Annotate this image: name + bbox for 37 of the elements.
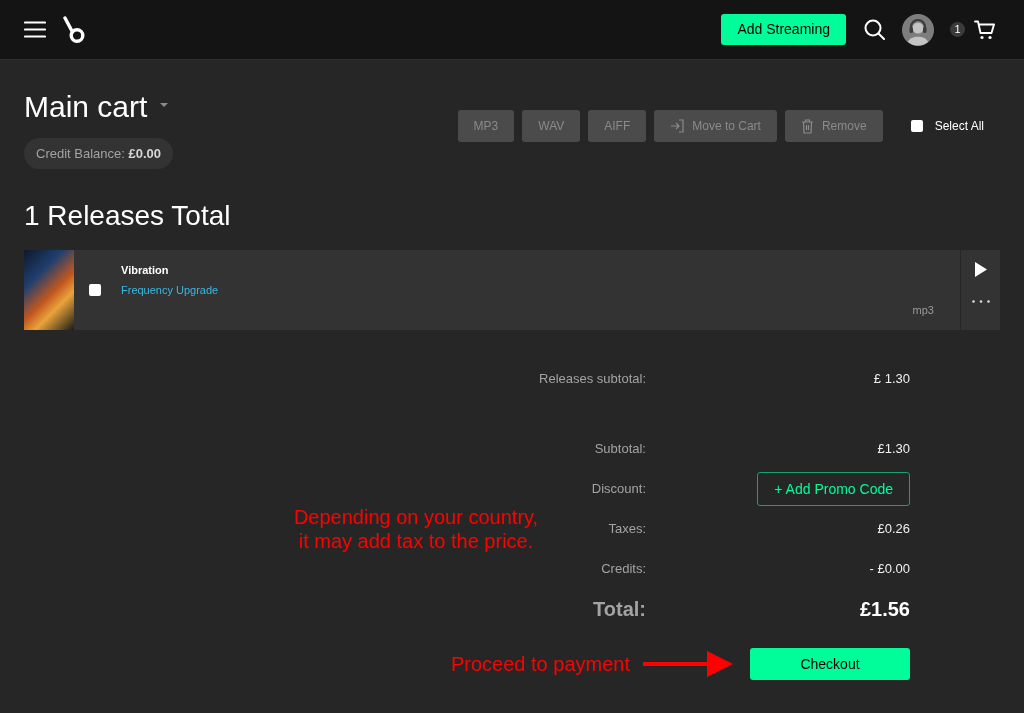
total-value: £1.56 bbox=[859, 597, 910, 622]
arrow-icon bbox=[643, 651, 733, 677]
checkout-button[interactable]: Checkout bbox=[750, 648, 910, 680]
trash-icon bbox=[800, 118, 814, 134]
summary-label: Credits: bbox=[601, 560, 646, 579]
add-streaming-button[interactable]: Add Streaming bbox=[721, 14, 846, 45]
caret-icon[interactable] bbox=[160, 103, 169, 107]
releases-heading: 1 Releases Total bbox=[24, 200, 231, 232]
more-icon[interactable] bbox=[971, 300, 990, 303]
release-title[interactable]: Vibration bbox=[121, 262, 169, 278]
summary-value: - £0.00 bbox=[869, 560, 910, 579]
artist-link[interactable]: Frequency Upgrade bbox=[121, 282, 219, 298]
annotation-note: Proceed to payment bbox=[451, 652, 630, 676]
annotation-note: Depending on your country, it may add tax to the price. bbox=[293, 505, 539, 553]
cart-icon[interactable] bbox=[974, 19, 995, 40]
avatar-icon[interactable] bbox=[902, 13, 934, 46]
summary-label: Taxes: bbox=[608, 520, 646, 539]
cart-count-badge: 1 bbox=[950, 22, 965, 37]
summary-label: Subtotal: bbox=[594, 440, 646, 459]
play-icon[interactable] bbox=[974, 262, 987, 277]
logo-icon[interactable] bbox=[63, 15, 85, 44]
arrow-into-bracket-icon bbox=[670, 119, 685, 133]
add-promo-code-button[interactable]: + Add Promo Code bbox=[757, 472, 910, 506]
summary-value: £ 1.30 bbox=[873, 370, 910, 389]
select-all-label[interactable]: Select All bbox=[934, 117, 984, 135]
select-all-checkbox[interactable] bbox=[910, 120, 923, 132]
summary-label: Discount: bbox=[591, 480, 646, 499]
summary-label: Releases subtotal: bbox=[539, 370, 646, 389]
summary-value: £0.26 bbox=[877, 520, 910, 539]
search-icon[interactable] bbox=[864, 19, 885, 40]
release-checkbox[interactable] bbox=[89, 284, 101, 296]
summary-value: £1.30 bbox=[877, 440, 910, 459]
menu-icon[interactable] bbox=[24, 21, 46, 38]
cart-title: Main cart bbox=[24, 89, 148, 125]
credit-balance-pill: Credit Balance: £0.00 bbox=[24, 138, 174, 169]
format-label: mp3 bbox=[912, 303, 934, 318]
summary-label: Total: bbox=[593, 597, 646, 622]
